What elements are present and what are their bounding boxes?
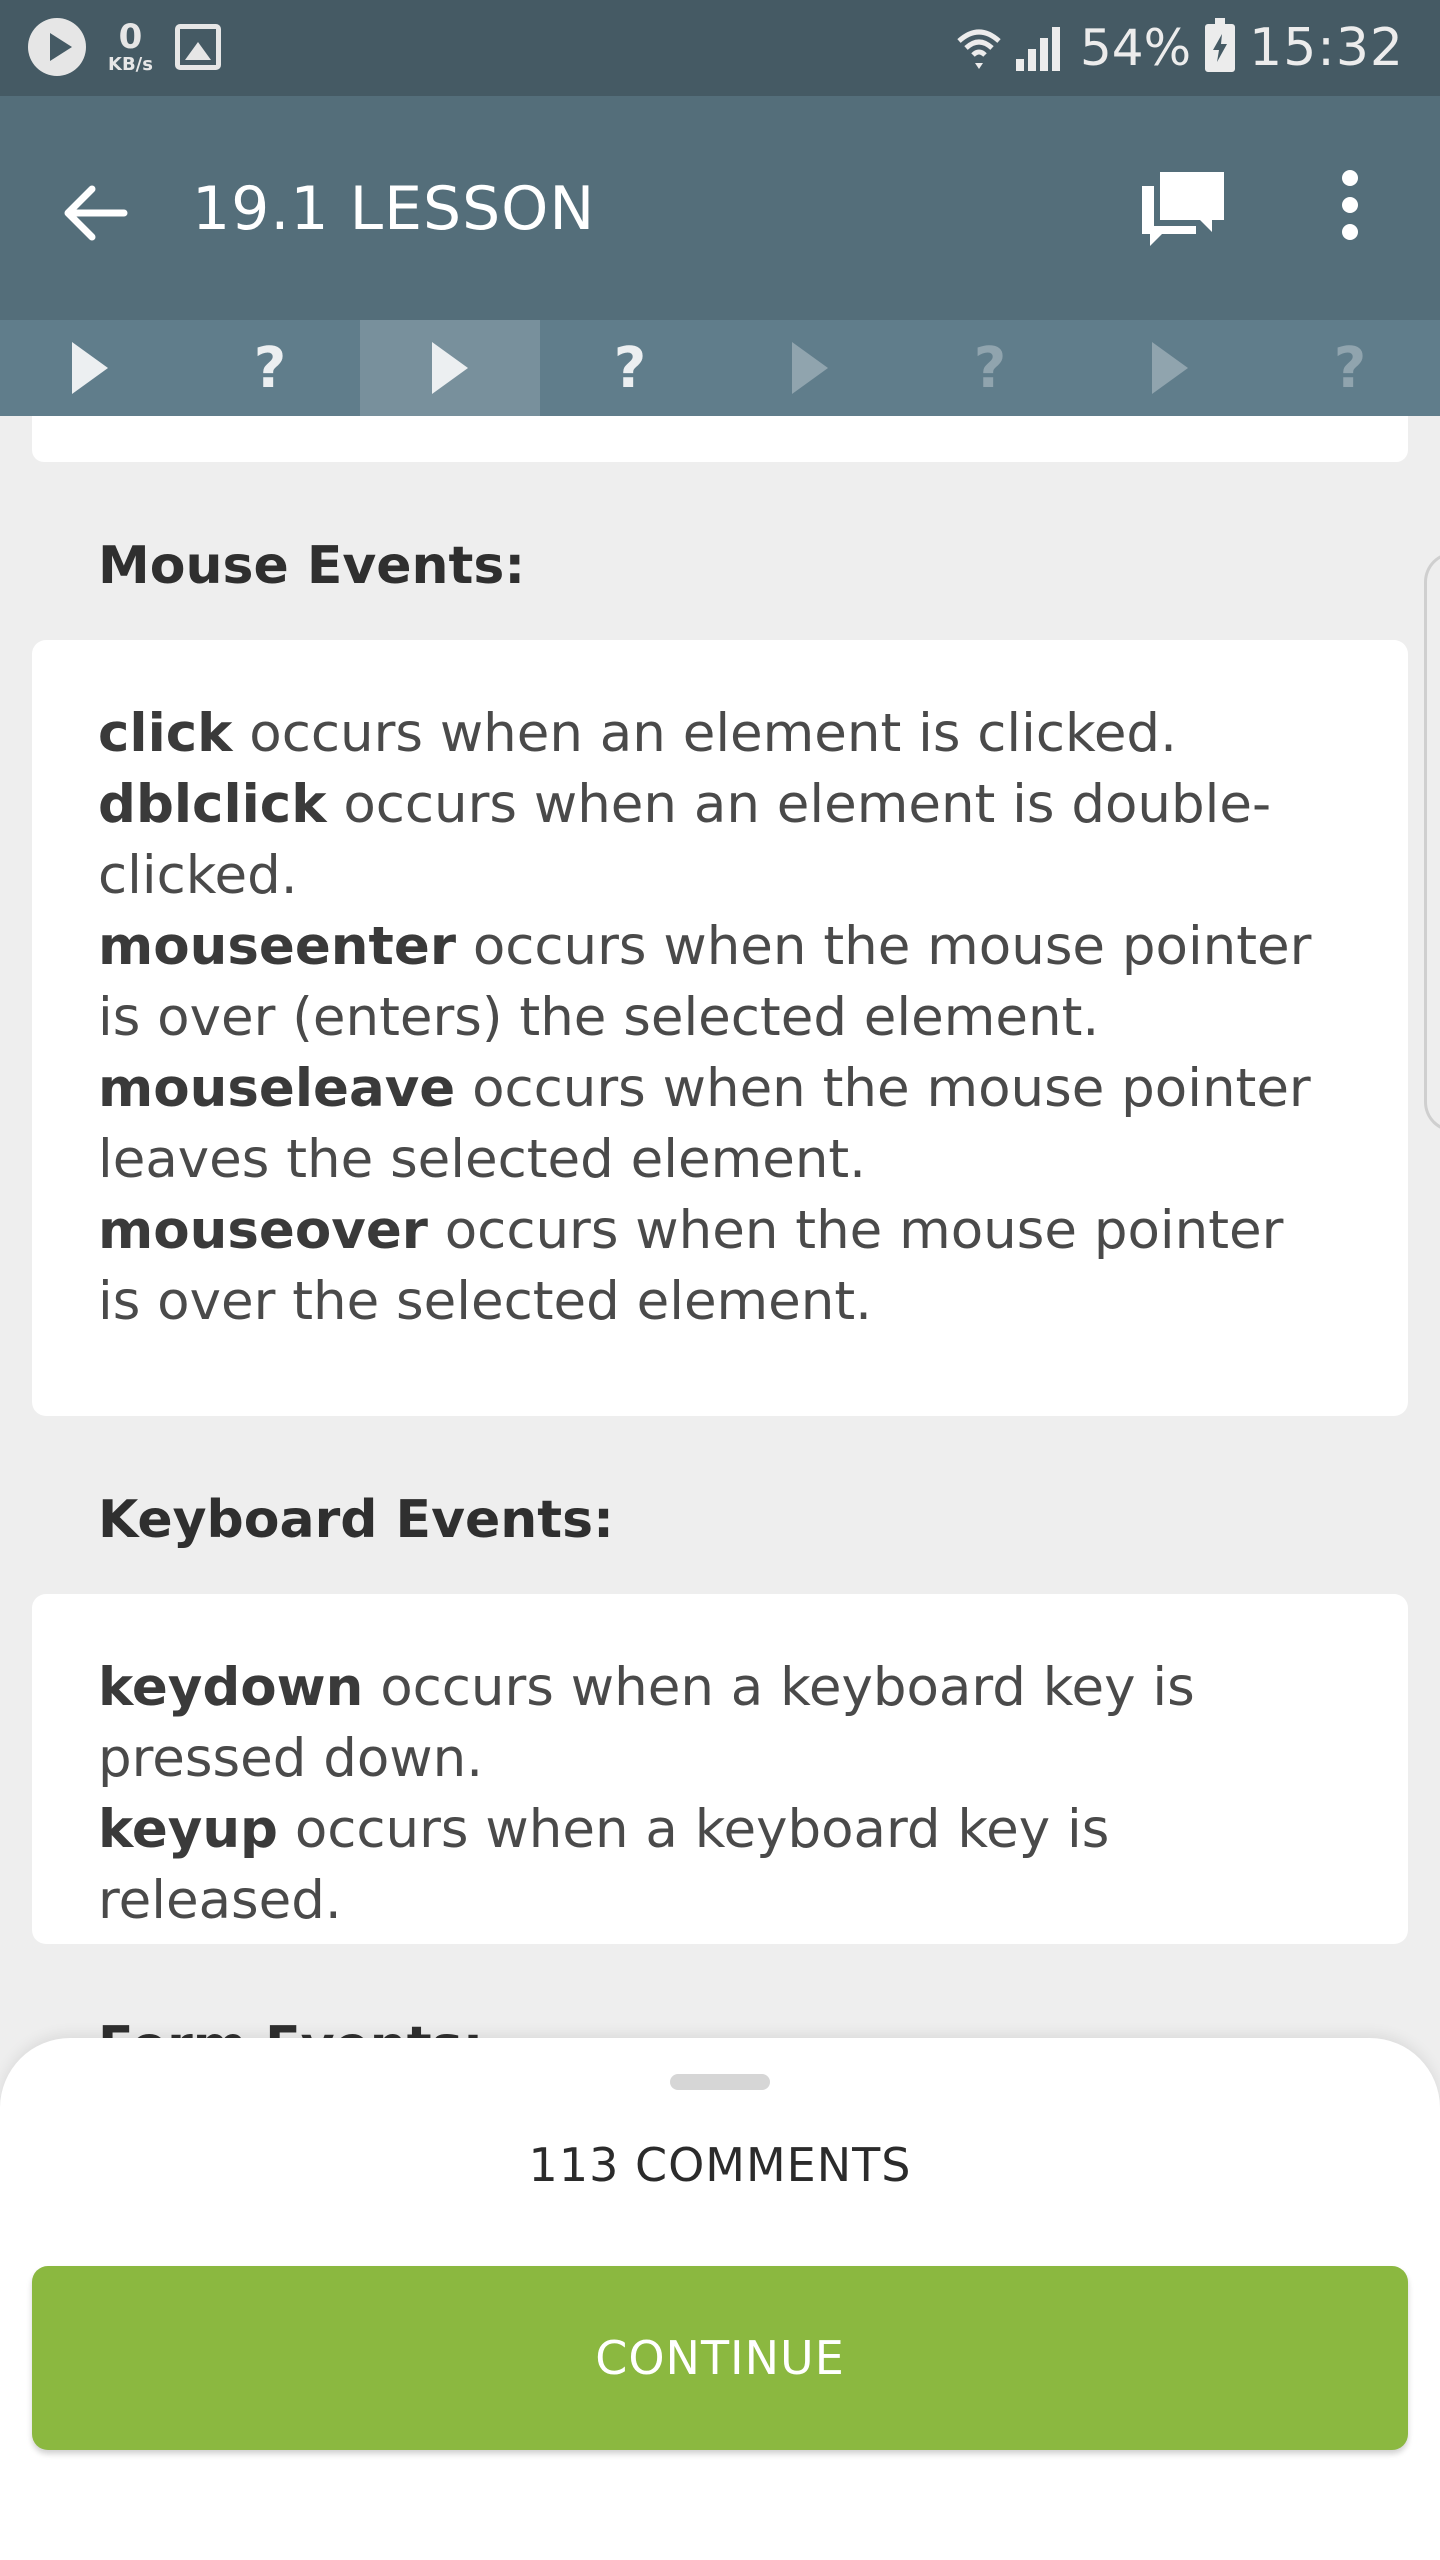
step-4-quiz[interactable]: ?	[540, 320, 720, 416]
lesson-step-bar: ? ? ? ?	[0, 320, 1440, 416]
more-options-icon[interactable]	[1330, 170, 1370, 240]
battery-charging-icon	[1205, 18, 1236, 72]
step-1-lesson[interactable]	[0, 320, 180, 416]
quiz-icon: ?	[253, 335, 287, 401]
previous-card	[32, 416, 1408, 462]
keyboard-events-heading: Keyboard Events:	[98, 1490, 614, 1550]
event-item: dblclick occurs when an element is doubl…	[98, 774, 1272, 906]
wifi-icon	[957, 29, 1001, 69]
event-item: keyup occurs when a keyboard key is rele…	[98, 1799, 1110, 1931]
battery-percent: 54%	[1080, 19, 1192, 77]
back-arrow-icon[interactable]	[62, 184, 128, 242]
quiz-icon: ?	[973, 335, 1007, 401]
page-title: 19.1 LESSON	[192, 174, 596, 244]
media-play-icon	[28, 18, 86, 76]
continue-button[interactable]: CONTINUE	[32, 2266, 1408, 2450]
event-item: mouseover occurs when the mouse pointer …	[98, 1200, 1284, 1332]
step-5-lesson-locked[interactable]	[720, 320, 900, 416]
comments-icon[interactable]	[1138, 168, 1228, 252]
gallery-notification-icon	[174, 24, 221, 70]
mouse-events-card: click occurs when an element is clicked.…	[32, 640, 1408, 1416]
lesson-content[interactable]: Mouse Events: click occurs when an eleme…	[0, 416, 1440, 2046]
step-2-quiz[interactable]: ?	[180, 320, 360, 416]
event-item: click occurs when an element is clicked.	[98, 703, 1177, 764]
play-icon	[432, 342, 468, 394]
network-speed: 0 KB/s	[108, 20, 153, 74]
play-icon	[792, 342, 828, 394]
network-speed-value: 0	[118, 17, 143, 57]
event-item: keydown occurs when a keyboard key is pr…	[98, 1657, 1195, 1789]
comments-button[interactable]: 113 COMMENTS	[0, 2138, 1440, 2192]
mouse-events-heading: Mouse Events:	[98, 536, 526, 596]
step-6-quiz-locked[interactable]: ?	[900, 320, 1080, 416]
network-speed-unit: KB/s	[108, 54, 153, 75]
bottom-sheet: 113 COMMENTS CONTINUE	[0, 2038, 1440, 2560]
play-icon	[1152, 342, 1188, 394]
quiz-icon: ?	[1333, 335, 1367, 401]
quiz-icon: ?	[613, 335, 647, 401]
status-bar: 0 KB/s 54% 15:32	[0, 0, 1440, 96]
event-item: mouseenter occurs when the mouse pointer…	[98, 916, 1312, 1048]
signal-icon	[1016, 25, 1066, 71]
sheet-drag-handle[interactable]	[670, 2074, 770, 2090]
step-8-quiz-locked[interactable]: ?	[1260, 320, 1440, 416]
keyboard-events-card: keydown occurs when a keyboard key is pr…	[32, 1594, 1408, 1944]
side-drawer-handle[interactable]	[1424, 552, 1440, 1132]
step-7-lesson-locked[interactable]	[1080, 320, 1260, 416]
clock: 15:32	[1249, 18, 1404, 78]
event-item: mouseleave occurs when the mouse pointer…	[98, 1058, 1311, 1190]
step-3-lesson-active[interactable]	[360, 320, 540, 416]
play-icon	[72, 342, 108, 394]
